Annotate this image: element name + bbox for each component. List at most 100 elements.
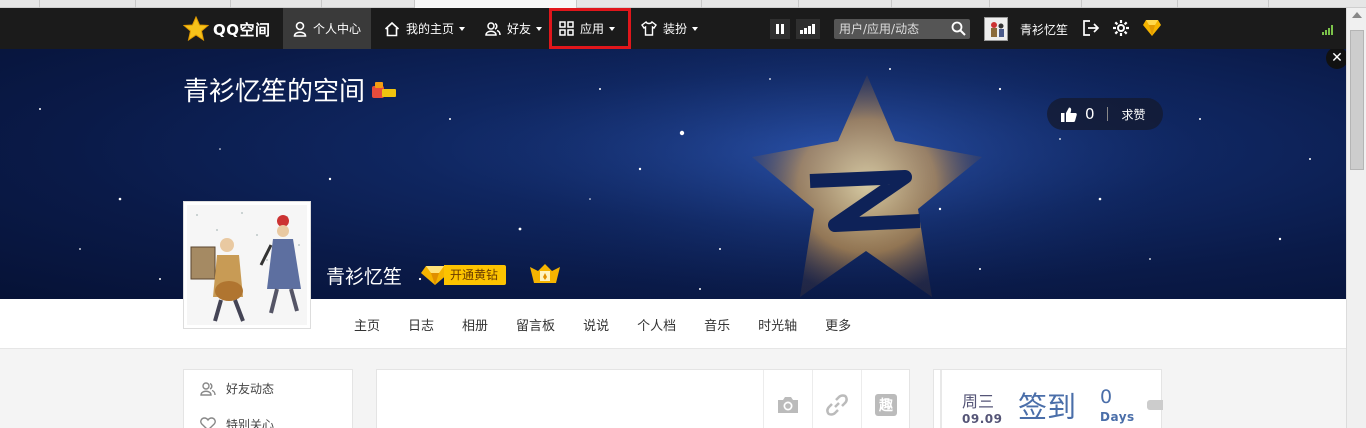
level-badge-icon[interactable] — [371, 80, 397, 100]
user-menu[interactable]: 青衫忆笙 — [984, 17, 1068, 41]
tshirt-icon — [641, 21, 657, 36]
sidebar-item-label: 特别关心 — [226, 417, 275, 428]
tab-more[interactable]: 更多 — [819, 315, 857, 334]
browser-tab[interactable] — [892, 0, 990, 8]
post-text-input[interactable] — [377, 370, 762, 428]
vertical-scrollbar[interactable] — [1346, 8, 1366, 428]
nav-decorate[interactable]: 装扮 — [631, 8, 708, 49]
nav-label: 好友 — [507, 22, 532, 36]
sign-in-button[interactable]: 签到 — [1018, 384, 1076, 426]
space-title: 青衫忆笙的空间 — [183, 71, 397, 108]
avatar-illustration — [187, 205, 307, 325]
sign-in-count: 0 — [1100, 386, 1113, 408]
browser-tab[interactable] — [799, 0, 892, 8]
scroll-up-arrow-icon[interactable] — [1352, 12, 1362, 18]
logout-icon[interactable] — [1082, 19, 1100, 37]
add-photo-button[interactable] — [763, 370, 812, 428]
player-tools — [770, 19, 820, 39]
heart-icon — [200, 417, 216, 428]
feed-sidebar: 好友动态 特别关心 — [183, 369, 353, 428]
avatar-illustration — [985, 18, 1007, 40]
ask-like-button[interactable]: 求赞 — [1122, 106, 1146, 123]
browser-tab[interactable] — [136, 0, 231, 8]
sidebar-item-special-care[interactable]: 特别关心 — [184, 406, 352, 428]
browser-tab[interactable] — [1178, 0, 1269, 8]
tab-home[interactable]: 主页 — [348, 315, 386, 334]
nav-apps[interactable]: 应用 — [549, 8, 631, 49]
scrollbar-thumb[interactable] — [1350, 30, 1364, 170]
tab-blog[interactable]: 日志 — [402, 315, 440, 334]
fun-icon: 趣 — [875, 394, 897, 416]
fun-button[interactable]: 趣 — [861, 370, 910, 428]
like-box: 0 求赞 — [1047, 98, 1163, 130]
avatar-image — [187, 205, 307, 325]
search-input[interactable] — [834, 22, 944, 36]
browser-tab[interactable] — [990, 0, 1082, 8]
top-navigation-bar: QQ空间 个人中心 我的主页 好友 应用 装扮 青衫忆笙 — [0, 8, 1346, 49]
equalizer-icon — [800, 24, 815, 34]
search-box[interactable] — [834, 19, 970, 39]
friends-icon — [200, 381, 216, 396]
top-right-actions — [1082, 19, 1162, 37]
card-edge-divider — [940, 370, 942, 428]
profile-name: 青衫忆笙 — [326, 266, 403, 288]
home-icon — [384, 21, 400, 36]
browser-tab[interactable] — [0, 0, 40, 8]
vip-button-label: 开通黄钻 — [444, 265, 507, 285]
weekday: 周三 — [962, 392, 995, 411]
open-yellow-diamond-button[interactable]: 开通黄钻 — [420, 264, 507, 286]
tab-music[interactable]: 音乐 — [698, 315, 736, 334]
nav-my-homepage[interactable]: 我的主页 — [374, 8, 475, 49]
browser-tab[interactable] — [231, 0, 322, 8]
username[interactable]: 青衫忆笙 — [1020, 21, 1068, 38]
browser-tab[interactable] — [702, 0, 799, 8]
pause-button[interactable] — [770, 19, 790, 39]
pause-icon — [776, 24, 784, 34]
camera-icon — [778, 397, 798, 413]
nav-personal-center[interactable]: 个人中心 — [283, 8, 372, 49]
expand-toggle[interactable] — [1147, 400, 1163, 410]
gear-icon[interactable] — [1112, 19, 1130, 37]
browser-tab-strip — [0, 0, 1366, 8]
chevron-down-icon — [536, 26, 543, 31]
sidebar-item-friend-feed[interactable]: 好友动态 — [184, 370, 352, 406]
close-icon[interactable]: ✕ — [1326, 49, 1346, 69]
star-logo-icon — [183, 16, 209, 42]
date: 09.09 — [962, 412, 1003, 426]
person-icon — [293, 21, 307, 37]
tab-timeline[interactable]: 时光轴 — [752, 315, 803, 334]
qzone-logo[interactable]: QQ空间 — [183, 14, 271, 44]
tab-message-board[interactable]: 留言板 — [510, 315, 561, 334]
browser-tab-active[interactable] — [415, 0, 577, 8]
nav-label: 装扮 — [663, 22, 688, 36]
browser-tab[interactable] — [322, 0, 415, 8]
browser-tab[interactable] — [40, 0, 136, 8]
search-icon[interactable] — [951, 21, 966, 36]
divider — [1106, 107, 1108, 121]
chevron-down-icon — [459, 26, 466, 31]
thumbs-up-icon[interactable] — [1061, 107, 1077, 122]
equalizer-button[interactable] — [796, 19, 820, 39]
chevron-down-icon — [609, 26, 616, 31]
nav-label: 个人中心 — [313, 22, 362, 36]
logo-text: QQ空间 — [213, 20, 271, 39]
add-link-button[interactable] — [812, 370, 861, 428]
browser-tab[interactable] — [1082, 0, 1178, 8]
avatar[interactable] — [984, 17, 1008, 41]
link-icon — [826, 394, 848, 416]
space-title-text: 青衫忆笙的空间 — [183, 77, 366, 107]
like-count: 0 — [1085, 105, 1095, 123]
tab-album[interactable]: 相册 — [456, 315, 494, 334]
sign-in-card: 周三 09.09 签到 0 Days — [933, 369, 1163, 428]
apps-grid-icon — [559, 21, 574, 36]
post-composer: 趣 — [376, 369, 910, 428]
tab-moments[interactable]: 说说 — [577, 315, 615, 334]
profile-tabs: 主页 日志 相册 留言板 说说 个人档 音乐 时光轴 更多 — [340, 299, 865, 349]
profile-avatar[interactable] — [183, 201, 311, 329]
nav-friends[interactable]: 好友 — [475, 8, 552, 49]
tab-profile[interactable]: 个人档 — [631, 315, 682, 334]
browser-tab[interactable] — [577, 0, 702, 8]
nav-label: 应用 — [580, 22, 605, 36]
vip-crown-badge-icon[interactable] — [528, 263, 562, 287]
yellow-diamond-icon[interactable] — [1142, 19, 1162, 37]
